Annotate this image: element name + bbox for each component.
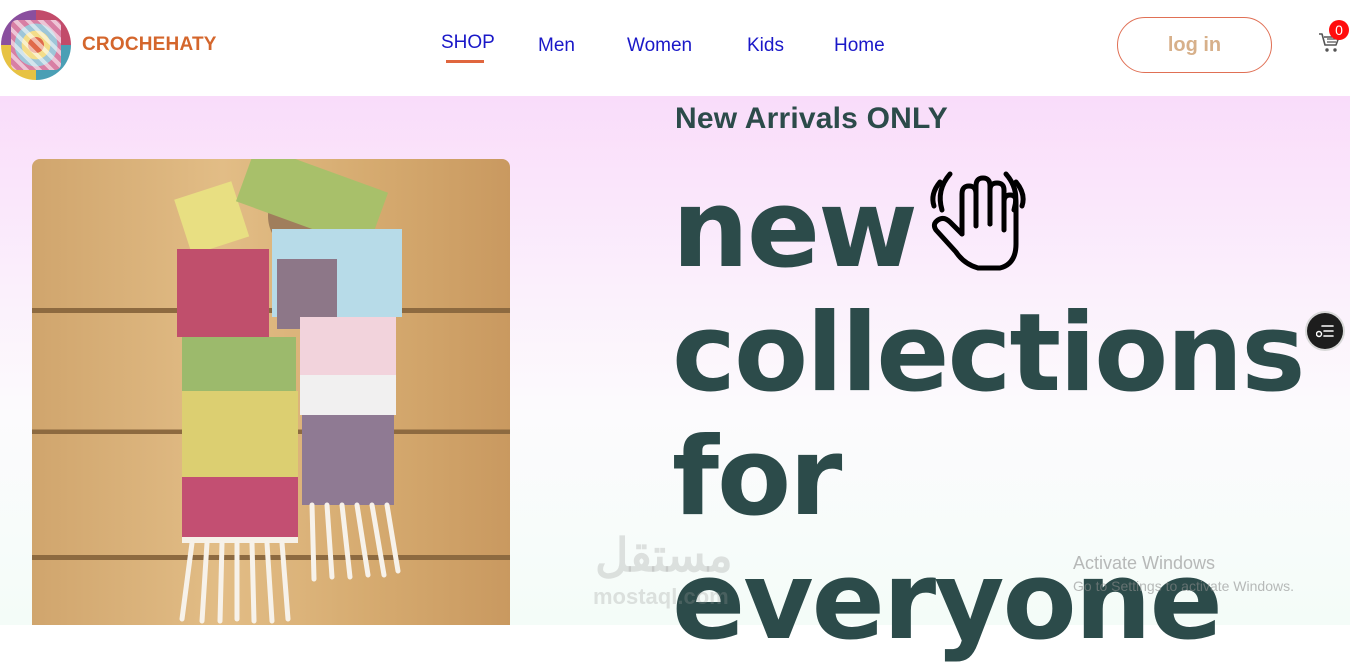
nav-home[interactable]: Home [834,35,885,57]
nav-active-indicator [446,60,484,63]
login-button[interactable]: log in [1117,17,1272,73]
nav-men[interactable]: Men [538,35,575,57]
watermark-latin: mostaql.com [593,584,729,609]
brand-name[interactable]: CROCHEHATY [82,34,217,56]
hero-title-line: everyone [672,539,1223,664]
cart-count-badge: 0 [1329,20,1349,40]
hero-title-line: collections [672,291,1306,416]
menu-list-icon [1316,325,1334,338]
hero-title-line: for [672,415,842,540]
nav-women[interactable]: Women [627,35,692,57]
scarf-illustration [174,159,402,624]
side-menu-widget[interactable] [1307,313,1343,349]
watermark-arabic: مستقل [595,529,733,581]
nav-shop[interactable]: SHOP [441,32,495,54]
waving-hand-icon [930,171,1026,271]
windows-activation-title: Activate Windows [1073,553,1216,573]
site-header: CROCHEHATY SHOP Men Women Kids Home log … [0,0,1350,96]
scarf-product-image [32,159,510,625]
hero-subtitle: New Arrivals ONLY [675,102,948,135]
logo-avatar[interactable] [1,10,71,80]
nav-kids[interactable]: Kids [747,35,784,57]
windows-activation-subtitle: Go to Settings to activate Windows. [1073,578,1294,594]
